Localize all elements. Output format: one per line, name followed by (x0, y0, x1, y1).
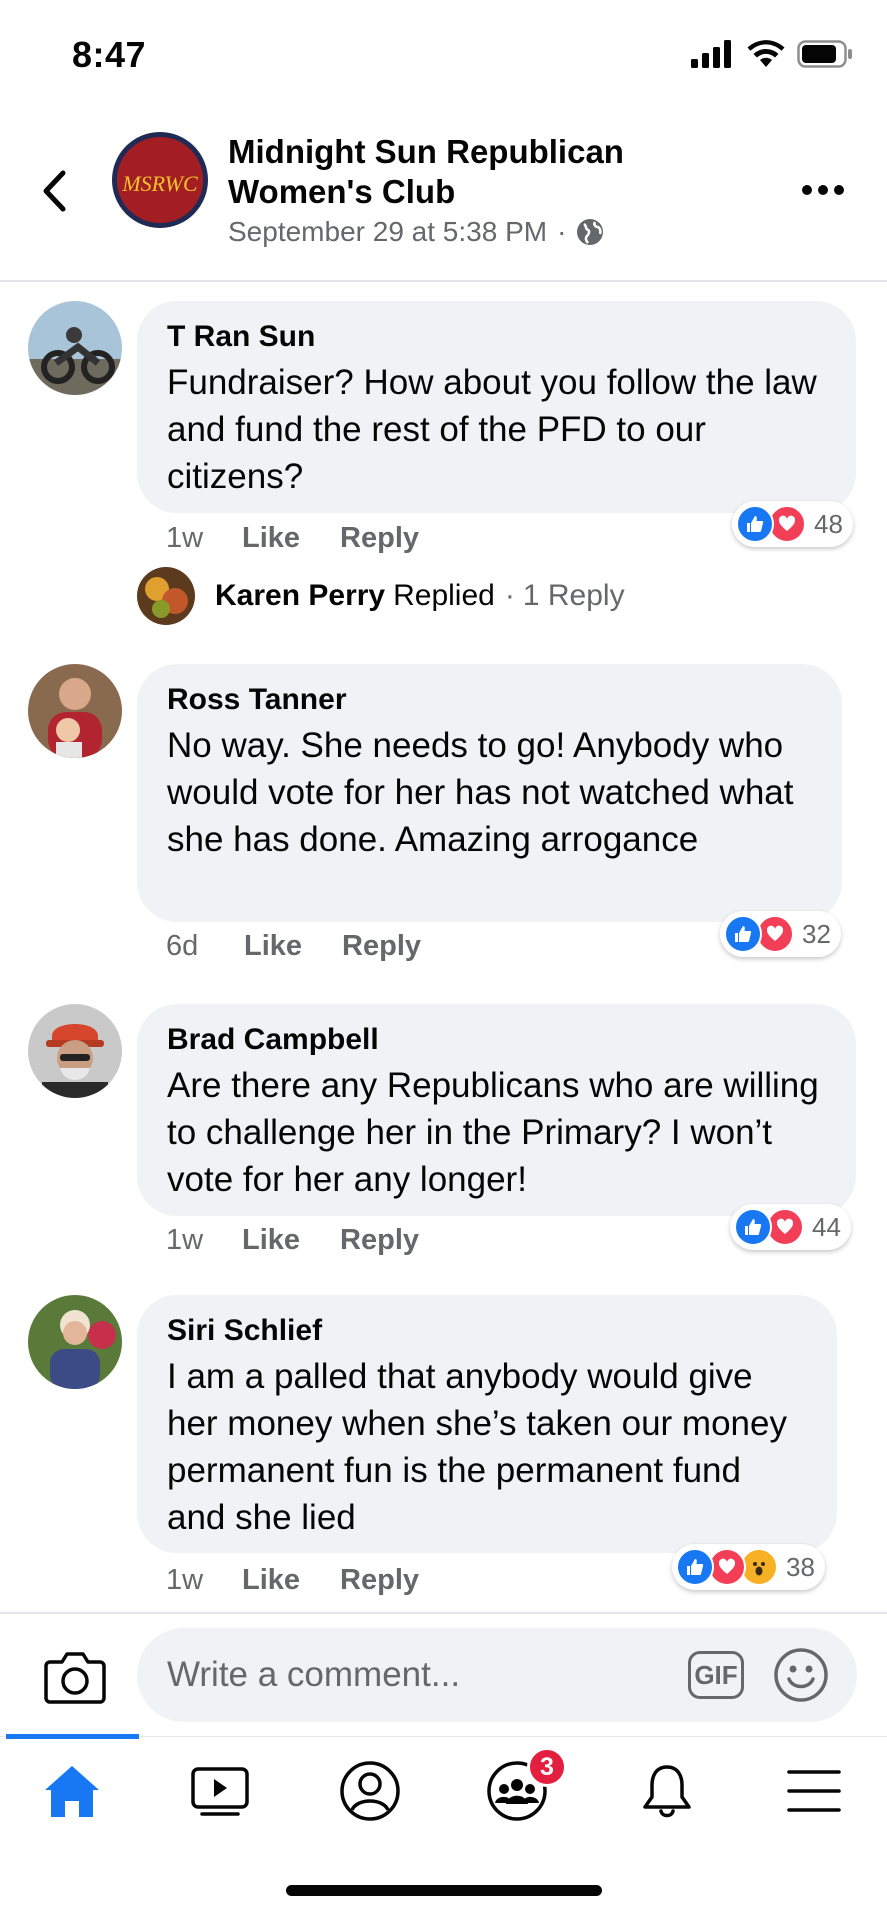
svg-text:MSRWC: MSRWC (121, 171, 198, 196)
reply-summary[interactable]: Karen Perry Replied · 1 Reply (137, 567, 625, 625)
comment-actions: 1w Like Reply (166, 522, 459, 555)
tab-groups[interactable]: 3 (481, 1747, 567, 1823)
comment-time: 1w (166, 1224, 204, 1256)
reaction-summary[interactable]: 48 (732, 501, 853, 547)
like-reaction-icon (736, 505, 774, 543)
like-reaction-icon (676, 1548, 714, 1586)
like-button[interactable]: Like (242, 1564, 300, 1597)
tab-notifications[interactable] (631, 1759, 703, 1823)
comment-composer: GIF (0, 1612, 887, 1736)
reply-button[interactable]: Reply (342, 930, 421, 963)
reply-button[interactable]: Reply (340, 1224, 419, 1257)
reaction-count: 38 (786, 1551, 815, 1582)
reaction-summary[interactable]: 44 (730, 1204, 851, 1250)
meta-separator: · (557, 216, 567, 247)
like-reaction-icon (734, 1208, 772, 1246)
tab-menu[interactable] (778, 1759, 850, 1823)
bottom-tab-bar: 3 (0, 1734, 887, 1844)
comment-time: 1w (166, 1564, 204, 1596)
status-time: 8:47 (72, 34, 147, 75)
commenter-avatar[interactable] (28, 1295, 122, 1389)
tab-profile[interactable] (334, 1759, 406, 1823)
reply-separator: · (504, 579, 515, 612)
comment-bubble[interactable]: T Ran Sun Fundraiser? How about you foll… (137, 301, 856, 513)
gif-button[interactable]: GIF (688, 1651, 744, 1699)
comment-text: Fundraiser? How about you follow the law… (167, 363, 817, 496)
battery-icon (797, 40, 852, 68)
page-logo: MSRWC (117, 137, 203, 223)
cellular-signal-icon (691, 40, 731, 68)
reply-count: 1 Reply (522, 579, 625, 612)
comment-input[interactable] (137, 1628, 857, 1722)
reaction-count: 32 (802, 918, 831, 949)
page-name[interactable]: Midnight Sun Republican Women's Club (228, 132, 748, 212)
comment-actions: 1w Like Reply (166, 1224, 459, 1257)
globe-icon (577, 219, 604, 245)
status-icons (691, 40, 853, 68)
post-timestamp[interactable]: September 29 at 5:38 PM (228, 216, 547, 248)
dot (834, 185, 844, 195)
commenter-avatar[interactable] (28, 664, 122, 758)
home-indicator (286, 1885, 602, 1896)
reaction-count: 48 (814, 508, 843, 539)
home-icon (45, 1766, 99, 1817)
replier-avatar (137, 567, 195, 625)
reply-button[interactable]: Reply (340, 1564, 419, 1597)
more-options-button[interactable] (793, 170, 853, 210)
comment-text: Are there any Republicans who are willin… (167, 1066, 819, 1199)
emoji-button[interactable] (773, 1647, 829, 1703)
post-header: MSRWC Midnight Sun Republican Women's Cl… (0, 110, 887, 282)
comment-author[interactable]: T Ran Sun (167, 319, 826, 355)
comment-time: 6d (166, 930, 199, 962)
like-reaction-icon (724, 915, 762, 953)
tab-home[interactable] (36, 1759, 108, 1823)
smiley-icon (774, 1648, 828, 1702)
comment-text: I am a palled that anybody would give he… (167, 1357, 787, 1537)
groups-notification-badge: 3 (527, 1747, 567, 1787)
video-icon (191, 1767, 249, 1816)
comment-author[interactable]: Brad Campbell (167, 1022, 826, 1058)
post-meta: September 29 at 5:38 PM · (228, 216, 604, 248)
active-tab-indicator (6, 1734, 139, 1739)
dot (802, 185, 812, 195)
replier-name: Karen Perry (215, 579, 386, 612)
comment-bubble[interactable]: Brad Campbell Are there any Republicans … (137, 1004, 856, 1216)
comment-actions: 1w Like Reply (166, 1564, 459, 1597)
comment-author[interactable]: Ross Tanner (167, 682, 812, 718)
tab-watch[interactable] (184, 1759, 256, 1823)
comment-bubble[interactable]: Siri Schlief I am a palled that anybody … (137, 1295, 837, 1553)
profile-icon (340, 1761, 400, 1821)
reaction-summary[interactable]: 32 (720, 911, 841, 957)
comment-actions: 6d Like Reply (166, 930, 461, 963)
status-bar: 8:47 (0, 0, 887, 110)
like-button[interactable]: Like (242, 522, 300, 555)
comment-text: No way. She needs to go! Anybody who wou… (167, 726, 794, 859)
commenter-avatar[interactable] (28, 301, 122, 395)
page-avatar[interactable]: MSRWC (112, 132, 208, 228)
reply-button[interactable]: Reply (340, 522, 419, 555)
reaction-summary[interactable]: 38 (672, 1544, 825, 1590)
wifi-icon (747, 40, 785, 67)
camera-button[interactable] (44, 1650, 106, 1704)
comment-time: 1w (166, 522, 204, 554)
back-button[interactable] (34, 156, 74, 226)
bell-icon (643, 1765, 691, 1818)
like-button[interactable]: Like (244, 930, 302, 963)
chevron-left-icon (43, 170, 66, 212)
comment-author[interactable]: Siri Schlief (167, 1313, 807, 1349)
hamburger-menu-icon (787, 1770, 841, 1812)
like-button[interactable]: Like (242, 1224, 300, 1257)
comment-bubble[interactable]: Ross Tanner No way. She needs to go! Any… (137, 664, 842, 922)
commenter-avatar[interactable] (28, 1004, 122, 1098)
camera-icon (44, 1652, 106, 1704)
dot (818, 185, 828, 195)
replied-label: Replied (393, 579, 495, 612)
reaction-count: 44 (812, 1211, 841, 1242)
